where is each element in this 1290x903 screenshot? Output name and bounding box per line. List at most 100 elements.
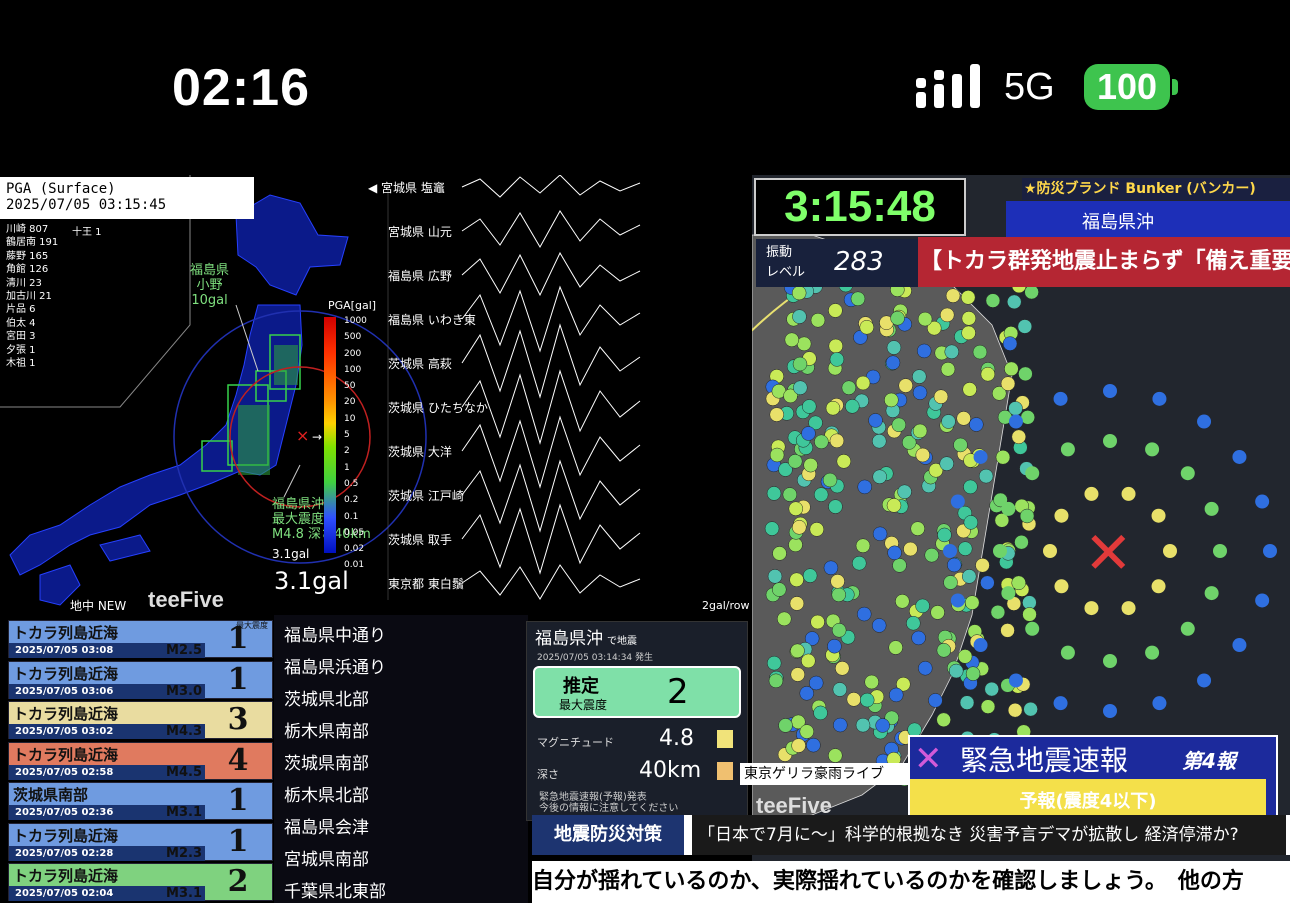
ticker-headline: 「日本で7月に〜」科学的根拠なき 災害予言デマが拡散し 経済停滞か? <box>692 815 1286 855</box>
pga-value-small: 3.1gal <box>272 547 310 561</box>
station-item: 十王 1 <box>72 227 102 238</box>
station-item: 加古川 21 <box>6 291 52 303</box>
waveform-station: 宮城県 山元 <box>388 225 452 239</box>
region-item: 栃木県北部 <box>284 786 369 806</box>
eew-map-panel: ✕ 3:15:48 ★防災ブランド Bunker (バンカー) 福島県沖 振動 … <box>752 175 1290 903</box>
stream-content: × → PGA (Surface) 2025/07/05 03:15:45 川崎… <box>0 175 1290 903</box>
note-line: 緊急地震速報(予報)発表 <box>539 792 647 803</box>
scale-tick: 2 <box>344 446 350 457</box>
event-shindo: 4 <box>227 742 249 778</box>
shaking-level-value: 283 <box>834 247 884 277</box>
scale-tick: 0.5 <box>344 478 359 489</box>
event-magnitude: M4.5 <box>166 764 202 780</box>
region-item: 福島県会津 <box>284 818 369 838</box>
event-region: トカラ列島近海 <box>13 664 119 683</box>
news-ticker: 地震防災対策 「日本で7月に〜」科学的根拠なき 災害予言デマが拡散し 経済停滞か… <box>532 815 1290 855</box>
station-item: 鶴居南 191 <box>6 237 59 249</box>
shaking-label-line: レベル <box>766 265 806 280</box>
magnitude-label: マグニチュード <box>537 736 614 749</box>
earthquake-event[interactable]: トカラ列島近海 2025/07/05 03:06 M3.0 1 <box>8 660 273 699</box>
annotation-gal: 10gal <box>191 293 228 308</box>
earthquake-event[interactable]: トカラ列島近海 2025/07/05 03:02 M4.3 3 <box>8 701 273 739</box>
earthquake-info-panel: 福島県沖 で地震 2025/07/05 03:14:34 発生 推定 最大震度 2… <box>526 621 748 821</box>
station-item: 木祖 1 <box>6 358 36 370</box>
earthquake-event[interactable]: トカラ列島近海 2025/07/05 02:58 M4.5 4 <box>8 741 273 780</box>
scale-tick: 200 <box>344 348 362 359</box>
waveform-station: 東京都 東白鬚 <box>388 577 464 591</box>
pga-title-line1: PGA (Surface) <box>6 181 116 197</box>
event-shindo: 1 <box>227 661 249 697</box>
battery-icon: 100 <box>1084 64 1170 110</box>
eew-cross-icon: ✕ <box>914 739 943 779</box>
shaking-label-line: 振動 <box>766 245 793 260</box>
waveform-station: 茨城県 江戸崎 <box>388 489 464 503</box>
stream-clock: 3:15:48 <box>754 178 966 236</box>
event-region: トカラ列島近海 <box>13 826 119 845</box>
scale-tick: 100 <box>344 364 362 375</box>
sponsor-banner: ★防災ブランド Bunker (バンカー) <box>1022 178 1290 200</box>
eew-title: 緊急地震速報 <box>960 744 1129 777</box>
waveform-station: 茨城県 大洋 <box>388 445 452 459</box>
waveform-station: 福島県 いわき東 <box>388 313 476 327</box>
event-shindo: 1 <box>227 783 249 818</box>
waveform-unit: 2gal/row <box>702 599 750 612</box>
sponsor-sub-banner: 福島県沖 <box>1006 201 1290 237</box>
eew-report-number: 第4報 <box>1182 749 1236 773</box>
station-item: 藤野 165 <box>6 250 49 262</box>
shaking-level-box: 振動 レベル 283 <box>756 239 918 287</box>
depth-label: 深さ <box>537 768 559 781</box>
waveform-station: 茨城県 取手 <box>388 533 452 547</box>
svg-text:×: × <box>296 426 309 445</box>
scale-tick: 10 <box>344 413 356 424</box>
event-region: トカラ列島近海 <box>13 705 119 723</box>
phone-status-bar: 02:16 5G 100 <box>0 0 1290 175</box>
event-magnitude: M4.3 <box>166 724 202 739</box>
waveform-station: 福島県 広野 <box>388 269 452 283</box>
pga-value-large: 3.1gal <box>274 567 349 595</box>
scale-tick: 20 <box>344 397 356 408</box>
pga-color-scale <box>324 317 336 553</box>
magnitude-swatch <box>717 730 733 748</box>
region-item: 宮城県南部 <box>284 850 369 870</box>
annotation-station: 小野 <box>196 278 223 293</box>
region-item: 茨城県北部 <box>284 690 369 710</box>
event-magnitude: M3.1 <box>166 805 202 820</box>
event-region: トカラ列島近海 <box>13 745 119 764</box>
region-item: 栃木県南部 <box>284 722 369 742</box>
event-shindo: 1 <box>227 823 249 859</box>
station-ranking-list-2: 十王 1 <box>72 223 102 238</box>
earthquake-event[interactable]: トカラ列島近海 2025/07/05 02:04 M3.1 2 <box>8 863 273 901</box>
max-shindo-header: 最大震度 <box>236 621 268 630</box>
scrolling-message: 自分が揺れているのか、実際揺れているのかを確認しましょう。 他の方 <box>532 861 1290 903</box>
info-note: 緊急地震速報(予報)発表 今後の情報に注意してください <box>539 792 678 814</box>
region-item: 福島県中通り <box>284 626 386 646</box>
earthquake-event[interactable]: トカラ列島近海 2025/07/05 02:28 M2.3 1 <box>8 822 273 861</box>
station-item: 川崎 807 <box>6 224 49 235</box>
brand-logo: teeFive <box>148 587 224 612</box>
station-item: 夕張 1 <box>6 344 36 356</box>
region-item: 茨城県南部 <box>284 754 369 774</box>
station-item: 清川 23 <box>6 277 42 289</box>
annotation-pref: 福島県 <box>190 263 230 278</box>
station-item: 宮田 3 <box>6 331 36 343</box>
info-date: 2025/07/05 03:14:34 発生 <box>537 653 654 663</box>
shaking-level-label: 振動 レベル <box>766 243 805 283</box>
waveform-station: 茨城県 高萩 <box>388 357 452 371</box>
estimated-max-shindo: 推定 最大震度 2 <box>533 666 741 718</box>
scale-tick: 1 <box>344 462 350 473</box>
region-item: 千葉県北東部 <box>284 882 386 902</box>
waveform-station: ◀ 宮城県 塩竈 <box>368 181 445 195</box>
earthquake-event[interactable]: トカラ列島近海 2025/07/05 03:08 M2.5 1 最大震度 <box>8 620 273 658</box>
magnitude-value: 4.8 <box>659 726 694 751</box>
scale-tick: 50 <box>344 381 356 392</box>
network-type: 5G <box>1004 66 1055 108</box>
guerrilla-rain-live-label[interactable]: 東京ゲリラ豪雨ライブ <box>740 763 908 785</box>
pga-title-time: 2025/07/05 03:15:45 <box>6 197 167 213</box>
depth-swatch <box>717 762 733 780</box>
pga-scale-title: PGA[gal] <box>328 299 377 312</box>
note-line: 今後の情報に注意してください <box>539 803 679 814</box>
earthquake-event[interactable]: 茨城県南部 2025/07/05 02:36 M3.1 1 <box>8 782 273 820</box>
epicenter-marker-icon: ✕ <box>1084 519 1133 587</box>
shindo-label-estimate: 推定 <box>563 676 599 697</box>
scale-tick: 500 <box>344 332 362 343</box>
